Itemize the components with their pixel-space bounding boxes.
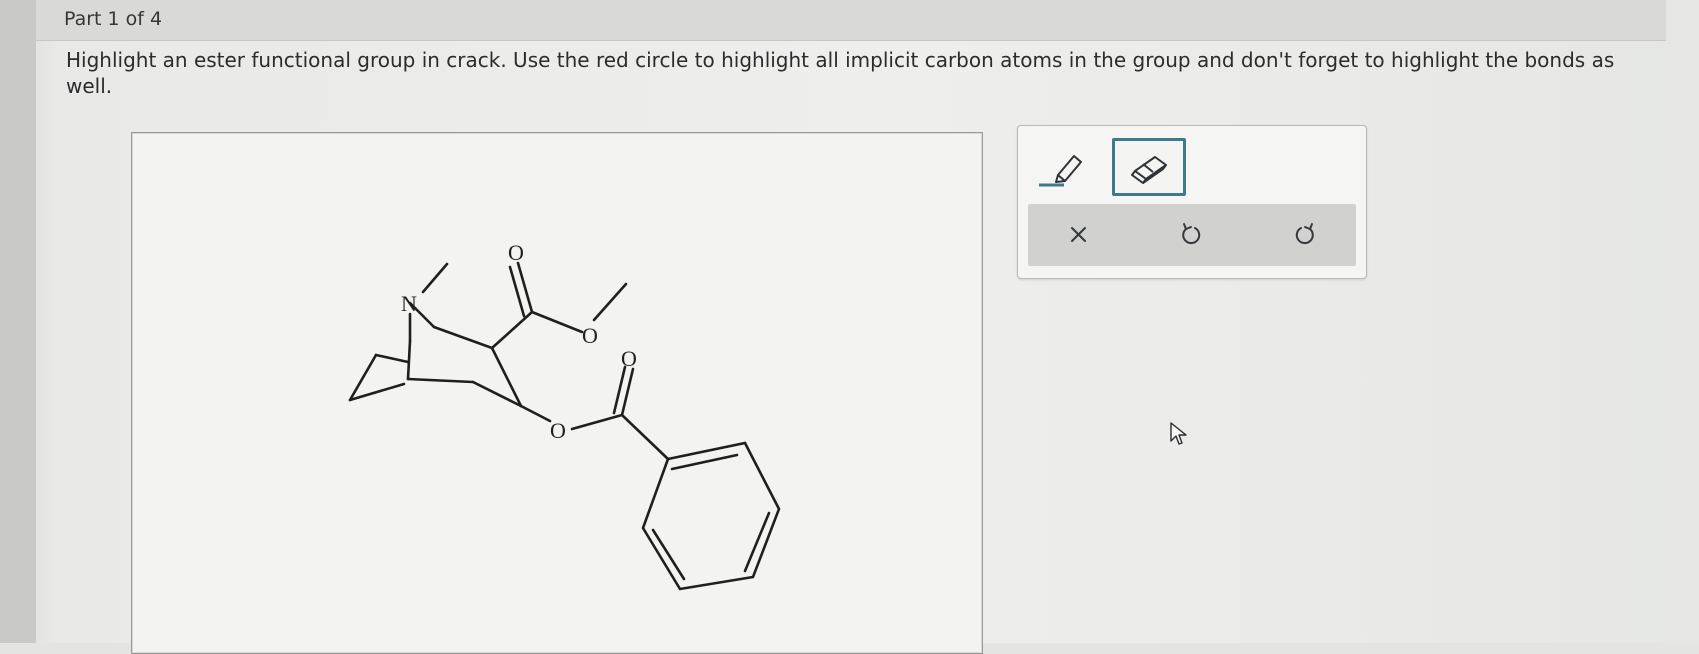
bond-c-phenyl[interactable] <box>620 413 670 461</box>
highlighter-tool-button[interactable] <box>1034 140 1090 192</box>
atom-o-ether-1[interactable]: O <box>582 323 598 348</box>
action-bar <box>1028 204 1356 266</box>
molecule-drawing-area[interactable]: N O O O O <box>131 132 983 654</box>
eraser-icon <box>1131 156 1167 184</box>
bond-c1-c2[interactable] <box>432 325 494 350</box>
mouse-cursor-icon <box>1170 422 1187 445</box>
redo-button[interactable] <box>1285 218 1325 252</box>
atom-o-carbonyl-1[interactable]: O <box>508 240 524 265</box>
highlight-toolbox <box>1017 125 1367 279</box>
molecule-structure[interactable]: N O O O O <box>132 133 982 653</box>
bond-c5-c6[interactable] <box>374 353 410 364</box>
benzene-ring[interactable] <box>641 441 781 591</box>
bond-c1b-c4[interactable] <box>406 377 475 384</box>
undo-icon <box>1182 223 1201 245</box>
atom-o-carbonyl-2[interactable]: O <box>621 346 637 371</box>
part-label: Part 1 of 4 <box>64 8 163 30</box>
x-icon <box>1071 227 1086 242</box>
bond-c2-ester-c[interactable] <box>490 310 534 350</box>
part-header: Part 1 of 4 <box>36 0 1666 41</box>
question-text: Highlight an ester functional group in c… <box>66 48 1615 98</box>
bond-c5-c1b[interactable] <box>406 339 412 381</box>
left-margin-strip <box>0 0 36 643</box>
bond-o-methyl[interactable] <box>592 282 628 322</box>
clear-button[interactable] <box>1059 218 1099 252</box>
eraser-tool-button[interactable] <box>1112 138 1186 196</box>
bond-n-methyl[interactable] <box>421 262 449 294</box>
undo-button[interactable] <box>1171 218 1211 252</box>
bond-ester1-c-o[interactable] <box>530 310 584 334</box>
bond-c3-o2[interactable] <box>519 404 552 423</box>
atom-n[interactable]: N <box>401 291 417 316</box>
atom-o-ether-2[interactable]: O <box>550 418 566 443</box>
highlighter-icon <box>1039 155 1082 187</box>
bond-o2-c[interactable] <box>570 413 624 431</box>
redo-icon <box>1295 223 1314 245</box>
page: Part 1 of 4 Highlight an ester functiona… <box>0 0 1699 654</box>
